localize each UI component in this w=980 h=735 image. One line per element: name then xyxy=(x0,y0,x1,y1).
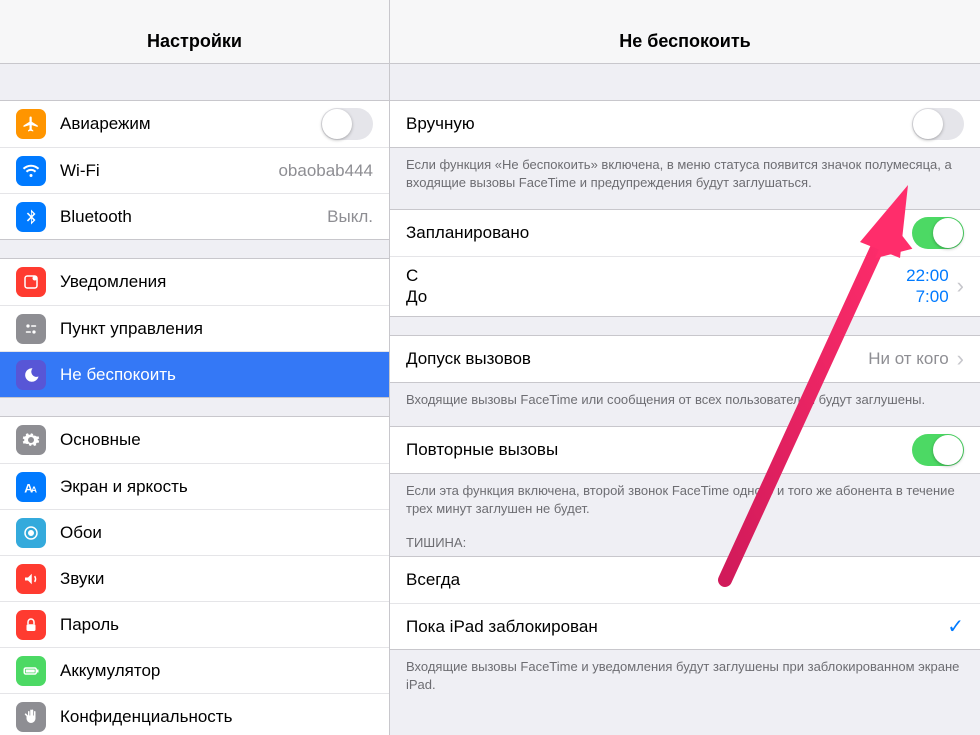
display-icon: AA xyxy=(16,472,46,502)
sidebar-item-battery[interactable]: Аккумулятор xyxy=(0,647,389,693)
group-scheduled: Запланировано С До 22:00 7:00 › xyxy=(390,209,980,317)
allow-calls-value: Ни от кого xyxy=(868,349,948,369)
sidebar-item-airplane[interactable]: Авиарежим xyxy=(0,101,389,147)
scheduled-switch[interactable] xyxy=(912,217,964,249)
chevron-right-icon: › xyxy=(957,273,964,299)
row-repeated-calls[interactable]: Повторные вызовы xyxy=(390,427,980,473)
detail-pane: Не беспокоить Вручную Если функция «Не б… xyxy=(390,0,980,735)
group-silence: Всегда Пока iPad заблокирован ✓ xyxy=(390,556,980,650)
row-allow-calls[interactable]: Допуск вызовов Ни от кого › xyxy=(390,336,980,382)
sounds-icon xyxy=(16,564,46,594)
airplane-switch[interactable] xyxy=(321,108,373,140)
svg-text:A: A xyxy=(31,485,37,494)
sidebar-group-connectivity: Авиарежим Wi-Fi obaobab444 Bluetooth Вык… xyxy=(0,100,389,240)
controlcenter-icon xyxy=(16,314,46,344)
bluetooth-status: Выкл. xyxy=(327,207,373,227)
manual-switch[interactable] xyxy=(912,108,964,140)
sidebar-item-sounds[interactable]: Звуки xyxy=(0,555,389,601)
row-silence-always[interactable]: Всегда xyxy=(390,557,980,603)
airplane-icon xyxy=(16,109,46,139)
sidebar-item-wallpaper[interactable]: Обои xyxy=(0,509,389,555)
allow-footer: Входящие вызовы FaceTime или сообщения о… xyxy=(390,383,980,409)
silence-header: ТИШИНА: xyxy=(390,517,980,556)
notifications-icon xyxy=(16,267,46,297)
group-repeated: Повторные вызовы xyxy=(390,426,980,474)
manual-footer: Если функция «Не беспокоить» включена, в… xyxy=(390,148,980,191)
chevron-right-icon: › xyxy=(957,346,964,372)
detail-title: Не беспокоить xyxy=(390,0,980,64)
schedule-to-value: 7:00 xyxy=(906,286,949,307)
sidebar-item-controlcenter[interactable]: Пункт управления xyxy=(0,305,389,351)
group-allow-calls: Допуск вызовов Ни от кого › xyxy=(390,335,980,383)
row-scheduled[interactable]: Запланировано xyxy=(390,210,980,256)
wifi-network-name: obaobab444 xyxy=(278,161,373,181)
sidebar-item-notifications[interactable]: Уведомления xyxy=(0,259,389,305)
sidebar-item-display[interactable]: AA Экран и яркость xyxy=(0,463,389,509)
sidebar-item-dnd[interactable]: Не беспокоить xyxy=(0,351,389,397)
row-manual[interactable]: Вручную xyxy=(390,101,980,147)
repeated-switch[interactable] xyxy=(912,434,964,466)
settings-sidebar: Настройки Авиарежим Wi-Fi obaobab444 Blu… xyxy=(0,0,390,735)
schedule-from-value: 22:00 xyxy=(906,265,949,286)
row-silence-locked[interactable]: Пока iPad заблокирован ✓ xyxy=(390,603,980,649)
row-schedule-times[interactable]: С До 22:00 7:00 › xyxy=(390,256,980,316)
schedule-from-label: С xyxy=(406,265,906,286)
battery-settings-icon xyxy=(16,656,46,686)
repeated-footer: Если эта функция включена, второй звонок… xyxy=(390,474,980,517)
sidebar-item-wifi[interactable]: Wi-Fi obaobab444 xyxy=(0,147,389,193)
moon-icon xyxy=(16,360,46,390)
sidebar-item-general[interactable]: Основные xyxy=(0,417,389,463)
bluetooth-icon xyxy=(16,202,46,232)
checkmark-icon: ✓ xyxy=(947,614,964,639)
schedule-to-label: До xyxy=(406,286,906,307)
sidebar-item-privacy[interactable]: Конфиденциальность xyxy=(0,693,389,735)
sidebar-item-bluetooth[interactable]: Bluetooth Выкл. xyxy=(0,193,389,239)
lock-icon xyxy=(16,610,46,640)
group-manual: Вручную xyxy=(390,100,980,148)
sidebar-group-notifications: Уведомления Пункт управления Не беспокои… xyxy=(0,258,389,398)
sidebar-item-passcode[interactable]: Пароль xyxy=(0,601,389,647)
wallpaper-icon xyxy=(16,518,46,548)
sidebar-title: Настройки xyxy=(0,0,389,64)
silence-footer: Входящие вызовы FaceTime и уведомления б… xyxy=(390,650,980,693)
sidebar-group-general: Основные AA Экран и яркость Обои Звуки П… xyxy=(0,416,389,735)
hand-icon xyxy=(16,702,46,732)
wifi-icon xyxy=(16,156,46,186)
gear-icon xyxy=(16,425,46,455)
